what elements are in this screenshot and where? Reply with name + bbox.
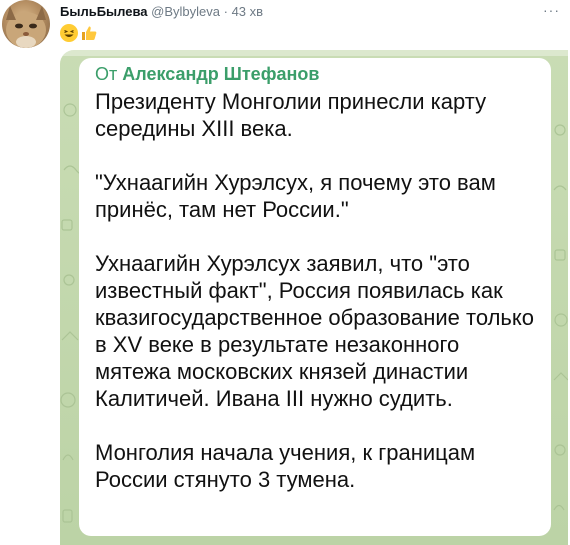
more-horizontal-icon[interactable]: ···: [543, 2, 560, 18]
forwarded-from-line: От Александр Штефанов: [95, 64, 319, 85]
user-handle[interactable]: @Bylbyleva: [151, 4, 220, 19]
tweet-text: [60, 24, 98, 44]
grinning-squinting-face-icon: [60, 24, 78, 42]
message-paragraph: "Ухнаагийн Хурэлсух, я почему это вам пр…: [95, 170, 496, 222]
thumbs-up-icon: [80, 24, 98, 42]
forward-author: Александр Штефанов: [122, 64, 320, 84]
tweet: БыльБылева @Bylbyleva · 43 хв ··· От Але…: [0, 0, 570, 545]
message-text: Президенту Монголии принесли карту серед…: [95, 88, 540, 493]
media-top-edge: [60, 50, 568, 56]
avatar[interactable]: [2, 0, 50, 48]
forward-prefix: От: [95, 64, 118, 84]
display-name[interactable]: БыльБылева: [60, 4, 148, 19]
message-paragraph: Монголия начала учения, к границам Росси…: [95, 440, 476, 492]
separator-dot: ·: [223, 4, 228, 19]
tweet-timestamp[interactable]: 43 хв: [232, 4, 263, 19]
tweet-media-image[interactable]: От Александр Штефанов Президенту Монголи…: [60, 50, 568, 545]
message-paragraph: Ухнаагийн Хурэлсух заявил, что "это изве…: [95, 251, 535, 411]
tweet-header: БыльБылева @Bylbyleva · 43 хв: [60, 4, 263, 20]
message-paragraph: Президенту Монголии принесли карту серед…: [95, 89, 487, 141]
telegram-message-bubble: От Александр Штефанов Президенту Монголи…: [79, 58, 551, 536]
